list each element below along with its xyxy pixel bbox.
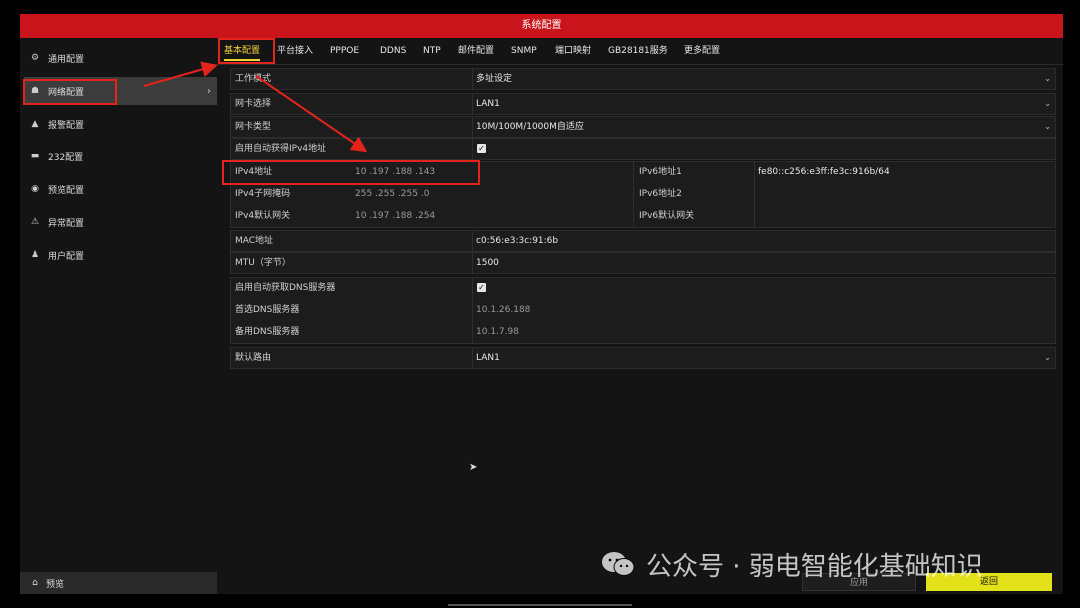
nic-type-row[interactable]: 网卡类型 10M/100M/1000M自适应 ⌄ <box>230 116 1056 138</box>
chevron-down-icon: ⌄ <box>1044 74 1051 83</box>
preview-label: 预览 <box>46 579 65 590</box>
dns2-field[interactable]: 10.1.7.98 <box>476 322 519 342</box>
watermark: 公众号 · 弱电智能化基础知识 <box>600 544 983 584</box>
nic-select[interactable]: LAN1 <box>476 94 500 114</box>
nic-type-select[interactable]: 10M/100M/1000M自适应 <box>476 117 584 137</box>
sidebar-item-label: 异常配置 <box>48 218 85 229</box>
chevron-down-icon: ⌄ <box>1044 122 1051 131</box>
dhcp-ipv4-checkbox[interactable]: ✓ <box>477 144 486 153</box>
ipv4-address-label: IPv4地址 <box>235 167 273 177</box>
preview-button[interactable]: ⌂ 预览 <box>20 572 217 594</box>
dhcp-dns-checkbox[interactable]: ✓ <box>477 283 486 292</box>
sidebar-item-general[interactable]: ⚙ 通用配置 <box>24 44 217 72</box>
bottom-divider <box>448 604 632 606</box>
nic-select-label: 网卡选择 <box>235 99 272 109</box>
ipv6-gateway-label: IPv6默认网关 <box>639 211 695 221</box>
sidebar-item-label: 网络配置 <box>48 87 85 98</box>
work-mode-row[interactable]: 工作模式 多址设定 ⌄ <box>230 68 1056 90</box>
tab-port-mapping[interactable]: 端口映射 <box>555 38 591 64</box>
mouse-cursor-icon: ➤ <box>469 462 478 473</box>
sidebar-item-exception[interactable]: ⚠ 异常配置 <box>24 208 217 236</box>
mac-label: MAC地址 <box>235 236 274 246</box>
eye-icon: ◉ <box>31 184 39 194</box>
ipv4-mask-label: IPv4子网掩码 <box>235 189 291 199</box>
sidebar-item-label: 预览配置 <box>48 185 85 196</box>
sidebar-item-alarm[interactable]: ▲ 报警配置 <box>24 110 217 138</box>
tab-ntp[interactable]: NTP <box>423 38 441 64</box>
sidebar-item-232[interactable]: ▬ 232配置 <box>24 142 217 170</box>
tab-ddns[interactable]: DDNS <box>380 38 406 64</box>
ipv4-gateway-label: IPv4默认网关 <box>235 211 291 221</box>
ipv6-address1-field[interactable]: fe80::c256:e3ff:fe3c:916b/64 <box>758 162 890 182</box>
chevron-down-icon: ⌄ <box>1044 99 1051 108</box>
main-panel: 基本配置 平台接入 PPPOE DDNS NTP 邮件配置 SNMP 端口映射 … <box>217 38 1063 594</box>
chevron-down-icon: ⌄ <box>1044 353 1051 362</box>
sidebar-item-label: 报警配置 <box>48 120 85 131</box>
dhcp-ipv4-label: 启用自动获得IPv4地址 <box>235 144 327 154</box>
users-icon: ♟ <box>30 250 40 260</box>
dhcp-ipv4-row: 启用自动获得IPv4地址 ✓ <box>230 138 1056 160</box>
dhcp-dns-label: 启用自动获取DNS服务器 <box>235 283 336 293</box>
default-route-label: 默认路由 <box>235 353 272 363</box>
mtu-label: MTU（字节） <box>235 258 291 268</box>
ipv4-gateway-field[interactable]: 10 .197 .188 .254 <box>355 206 435 226</box>
tab-basic[interactable]: 基本配置 <box>224 38 261 64</box>
tab-platform[interactable]: 平台接入 <box>277 38 313 64</box>
tab-email[interactable]: 邮件配置 <box>458 38 494 64</box>
tab-snmp[interactable]: SNMP <box>511 38 537 64</box>
ipv6-address1-label: IPv6地址1 <box>639 167 682 177</box>
nic-select-row[interactable]: 网卡选择 LAN1 ⌄ <box>230 93 1056 115</box>
default-route-select[interactable]: LAN1 <box>476 348 500 368</box>
dns1-label: 首选DNS服务器 <box>235 305 300 315</box>
tab-bar: 基本配置 平台接入 PPPOE DDNS NTP 邮件配置 SNMP 端口映射 … <box>217 38 1063 65</box>
ip-address-block: IPv4地址 10 .197 .188 .143 IPv4子网掩码 255 .2… <box>230 161 1056 228</box>
sidebar-item-label: 通用配置 <box>48 54 85 65</box>
sidebar: ⚙ 通用配置 ☗ 网络配置 › ▲ 报警配置 ▬ 232配置 ◉ 预览配置 ⚠ … <box>20 38 217 594</box>
work-mode-label: 工作模式 <box>235 74 272 84</box>
nic-type-label: 网卡类型 <box>235 122 272 132</box>
alarm-icon: ▲ <box>31 119 39 129</box>
watermark-text: 公众号 · 弱电智能化基础知识 <box>646 551 983 582</box>
sidebar-item-network[interactable]: ☗ 网络配置 › <box>24 77 217 105</box>
sidebar-item-users[interactable]: ♟ 用户配置 <box>24 241 217 269</box>
network-icon: ☗ <box>30 86 40 96</box>
mac-value: c0:56:e3:3c:91:6b <box>476 236 559 246</box>
tab-more[interactable]: 更多配置 <box>684 38 720 64</box>
tab-gb28181[interactable]: GB28181服务 <box>608 38 668 64</box>
warning-icon: ⚠ <box>30 217 40 227</box>
default-route-row[interactable]: 默认路由 LAN1 ⌄ <box>230 347 1056 369</box>
mac-row: MAC地址 c0:56:e3:3c:91:6b <box>230 230 1056 252</box>
sidebar-item-preview-config[interactable]: ◉ 预览配置 <box>24 175 217 203</box>
wechat-logo-icon <box>602 552 635 576</box>
serial-icon: ▬ <box>30 151 40 161</box>
system-config-window: 系统配置 ⚙ 通用配置 ☗ 网络配置 › ▲ 报警配置 ▬ 232配置 ◉ 预览… <box>20 14 1063 594</box>
dns1-field[interactable]: 10.1.26.188 <box>476 300 530 320</box>
sidebar-item-label: 232配置 <box>48 152 84 163</box>
window-title: 系统配置 <box>20 14 1063 38</box>
ipv6-address2-label: IPv6地址2 <box>639 189 682 199</box>
sidebar-item-label: 用户配置 <box>48 251 85 262</box>
home-icon: ⌂ <box>32 578 38 588</box>
gear-icon: ⚙ <box>30 53 40 63</box>
dns-block: 启用自动获取DNS服务器 ✓ 首选DNS服务器 10.1.26.188 备用DN… <box>230 277 1056 344</box>
ipv4-address-field[interactable]: 10 .197 .188 .143 <box>355 162 435 182</box>
chevron-right-icon: › <box>207 85 211 97</box>
ipv4-mask-field[interactable]: 255 .255 .255 .0 <box>355 184 429 204</box>
dns2-label: 备用DNS服务器 <box>235 327 300 337</box>
mtu-row: MTU（字节） 1500 <box>230 252 1056 274</box>
work-mode-select[interactable]: 多址设定 <box>476 69 512 89</box>
mtu-field[interactable]: 1500 <box>476 253 499 273</box>
tab-pppoe[interactable]: PPPOE <box>330 38 359 64</box>
